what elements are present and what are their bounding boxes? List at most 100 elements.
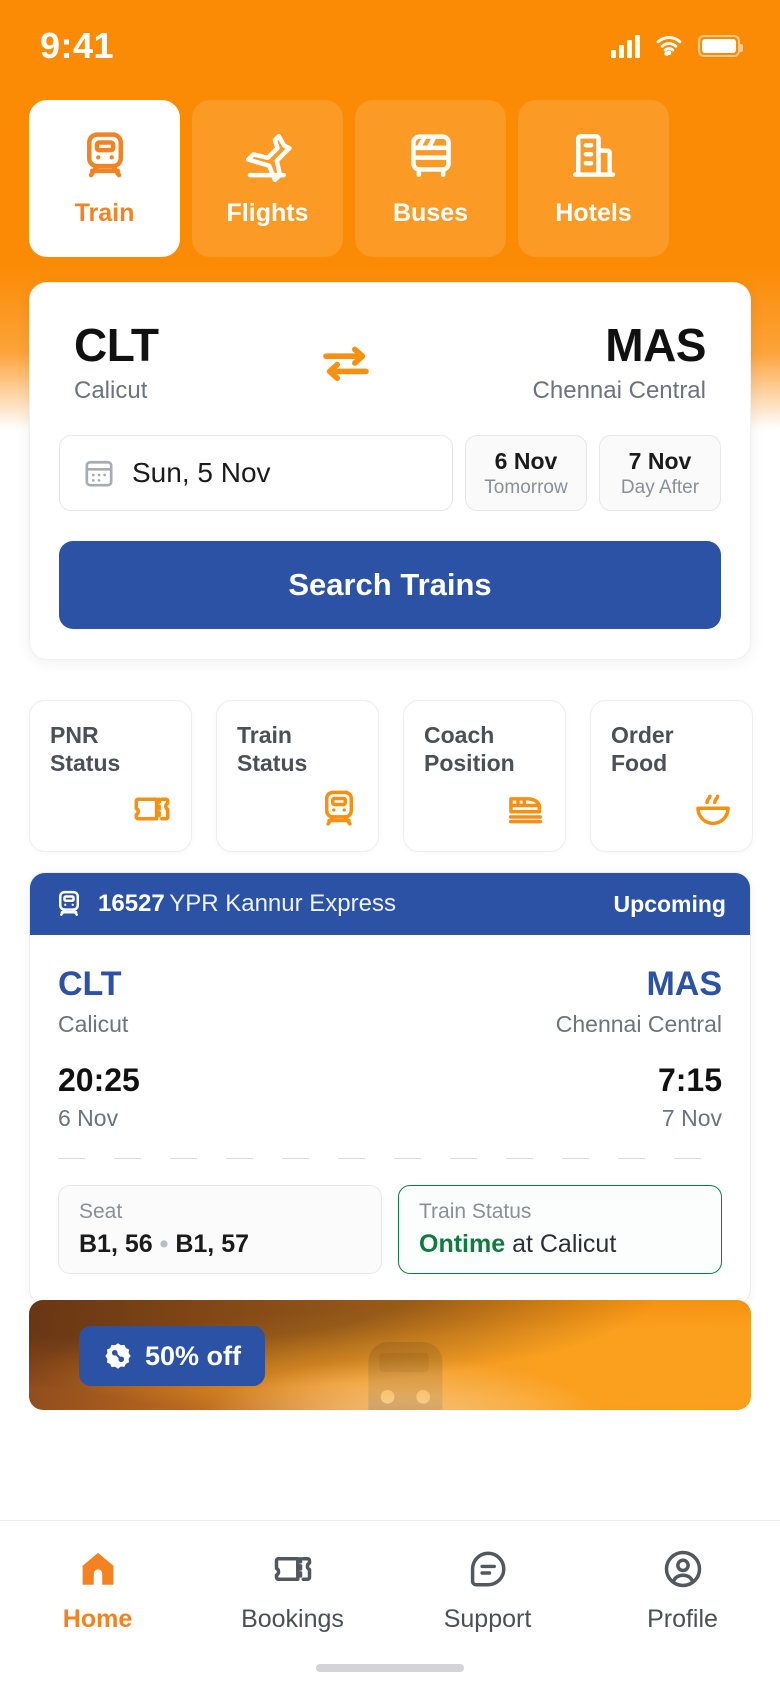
nav-item-label: Support — [443, 1605, 532, 1633]
trip-origin: CLT Calicut 20:25 6 Nov — [58, 965, 140, 1132]
destination-code: MAS — [605, 319, 706, 371]
mode-tab-buses[interactable]: Buses — [355, 100, 506, 257]
date-input[interactable]: Sun, 5 Nov — [59, 435, 453, 512]
coach-train-icon — [505, 788, 547, 835]
train-status-value: Ontime at Calicut — [419, 1230, 701, 1259]
date-value: Sun, 5 Nov — [132, 457, 271, 489]
quick-action-coach-position[interactable]: Coach Position — [403, 700, 566, 852]
mode-tab-label: Hotels — [555, 199, 632, 227]
quick-action-label: Coach Position — [424, 721, 545, 777]
date-chip-sublabel: Tomorrow — [484, 476, 568, 498]
quick-action-label-line2: Status — [237, 750, 308, 777]
status-bar: 9:41 — [0, 0, 780, 92]
trip-train-info: 16527 YPR Kannur Express — [54, 889, 396, 919]
promo-discount-badge[interactable]: 50% off — [79, 1326, 266, 1386]
app-screen: 9:41 Train Flights Buses Hotels CLT Cali… — [0, 0, 780, 1688]
status-badge: Upcoming — [613, 890, 726, 917]
promo-discount-text: 50% off — [145, 1340, 242, 1371]
home-icon — [82, 1552, 113, 1585]
seat-value-2: B1, 57 — [175, 1230, 250, 1258]
quick-action-label: Train Status — [237, 721, 358, 777]
swap-arrows-icon — [322, 346, 369, 381]
trip-train-number: 16527 — [98, 890, 165, 917]
quick-action-train-status[interactable]: Train Status — [216, 700, 379, 852]
trip-route: CLT Calicut 20:25 6 Nov MAS Chennai Cent… — [58, 965, 722, 1132]
quick-action-label: Order Food — [611, 721, 732, 777]
mode-tab-hotels[interactable]: Hotels — [518, 100, 669, 257]
train-status-label: Train Status — [419, 1200, 532, 1223]
upcoming-trip-card[interactable]: 16527 YPR Kannur Express Upcoming CLT Ca… — [29, 872, 751, 1305]
food-bowl-icon — [692, 788, 734, 835]
mode-tab-label: Flights — [226, 199, 309, 227]
origin-city: Calicut — [74, 377, 148, 405]
quick-action-pnr-status[interactable]: PNR Status — [29, 700, 192, 852]
date-chip-day-after[interactable]: 7 Nov Day After — [599, 435, 721, 512]
nav-item-label: Home — [62, 1605, 133, 1633]
trip-card-body: CLT Calicut 20:25 6 Nov MAS Chennai Cent… — [30, 935, 750, 1159]
bus-icon — [410, 134, 451, 178]
seat-info-box[interactable]: Seat B1, 56 • B1, 57 — [58, 1185, 382, 1274]
trip-departure-date: 6 Nov — [58, 1105, 119, 1131]
nav-item-support[interactable]: Support — [390, 1547, 585, 1634]
chat-help-icon — [470, 1551, 506, 1587]
calendar-icon — [85, 461, 113, 487]
origin-code: CLT — [74, 319, 159, 371]
user-circle-icon — [664, 1550, 701, 1588]
ticket-icon — [131, 788, 173, 835]
seat-label: Seat — [79, 1200, 123, 1223]
seat-values: B1, 56 • B1, 57 — [79, 1230, 361, 1259]
train-status-box[interactable]: Train Status Ontime at Calicut — [398, 1185, 722, 1274]
trip-train-name: YPR Kannur Express — [169, 890, 396, 917]
nav-item-label: Bookings — [241, 1605, 344, 1633]
quick-action-label-line2: Status — [50, 750, 121, 777]
mode-tab-train[interactable]: Train — [29, 100, 180, 257]
home-indicator[interactable] — [316, 1664, 464, 1672]
mode-tab-label: Train — [74, 199, 135, 227]
date-chip-tomorrow[interactable]: 6 Nov Tomorrow — [465, 435, 587, 512]
trip-arrival-date: 7 Nov — [661, 1105, 722, 1131]
seat-value-1: B1, 56 — [79, 1230, 153, 1258]
train-status-state: Ontime — [419, 1230, 506, 1258]
date-chip-day: 7 Nov — [628, 447, 692, 474]
search-card: CLT Calicut MAS Chennai Central Sun, 5 N… — [29, 282, 751, 660]
mode-tab-label: Buses — [392, 199, 469, 227]
quick-action-order-food[interactable]: Order Food — [590, 700, 753, 852]
quick-action-label-line1: PNR — [50, 722, 99, 748]
status-bar-clock: 9:41 — [40, 25, 115, 66]
quick-action-label-line1: Order — [611, 722, 674, 748]
train-icon — [59, 890, 79, 916]
trip-arrival-time: 7:15 — [657, 1062, 722, 1098]
trip-destination: MAS Chennai Central 7:15 7 Nov — [556, 965, 722, 1132]
quick-action-label-line2: Food — [611, 750, 668, 777]
promo-banner[interactable]: 50% off — [29, 1300, 751, 1410]
trip-destination-city: Chennai Central — [555, 1011, 722, 1037]
mode-tab-flights[interactable]: Flights — [192, 100, 343, 257]
origin[interactable]: CLT Calicut — [74, 321, 159, 405]
seat-separator: • — [159, 1230, 169, 1258]
nav-item-home[interactable]: Home — [0, 1547, 195, 1634]
discount-percent-icon — [105, 1343, 131, 1369]
ticket-icon — [274, 1556, 311, 1582]
hotel-building-icon — [572, 134, 615, 177]
destination[interactable]: MAS Chennai Central — [533, 319, 707, 405]
flight-takeoff-icon — [245, 133, 292, 183]
trip-origin-code: CLT — [58, 965, 122, 1003]
swap-stations-button[interactable] — [320, 343, 372, 388]
date-selector-row: Sun, 5 Nov 6 Nov Tomorrow 7 Nov Day Afte… — [30, 405, 750, 512]
promo-train-illustration — [368, 1341, 443, 1410]
date-chip-day: 6 Nov — [494, 447, 558, 474]
search-trains-button[interactable]: Search Trains — [59, 541, 721, 630]
quick-action-label-line2: Position — [424, 750, 515, 777]
nav-item-profile[interactable]: Profile — [585, 1547, 780, 1634]
train-icon — [86, 132, 123, 178]
trip-card-header: 16527 YPR Kannur Express Upcoming — [30, 873, 750, 935]
quick-actions-row[interactable]: PNR Status Train Status Coach Position O… — [29, 700, 780, 852]
quick-action-label-line1: Coach — [424, 722, 495, 748]
trip-destination-code: MAS — [646, 965, 722, 1003]
quick-action-label: PNR Status — [50, 721, 171, 777]
nav-item-bookings[interactable]: Bookings — [195, 1547, 390, 1634]
trip-origin-city: Calicut — [58, 1011, 129, 1037]
bottom-navigation: Home Bookings Support Profile — [0, 1520, 780, 1688]
signal-bars-icon — [611, 34, 640, 58]
wifi-icon — [656, 36, 682, 56]
